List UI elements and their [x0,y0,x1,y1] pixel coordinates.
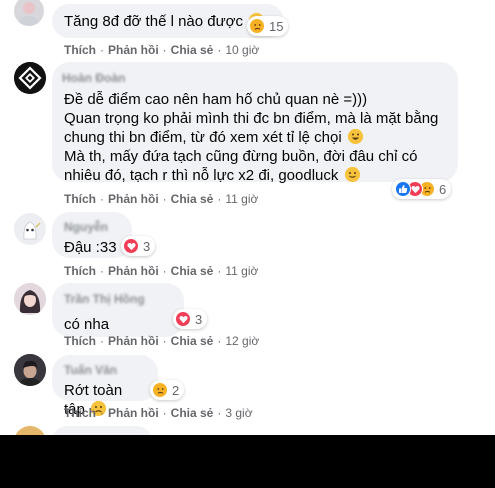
sad-icon [152,382,168,398]
sad-icon [249,18,265,34]
like-icon [395,181,411,197]
reaction-count: 3 [195,311,203,327]
comment-time[interactable]: 3 giờ [225,406,252,420]
avatar[interactable] [14,62,46,94]
comment-bubble: Hoàn Đoàn Đề dễ điểm cao nên ham hố chủ … [52,62,458,185]
reaction-count: 3 [143,238,151,254]
reaction-summary[interactable]: 15 [247,16,289,36]
love-icon [123,238,139,254]
avatar[interactable] [14,283,46,315]
comment-time[interactable]: 11 giờ [225,192,258,206]
like-link[interactable]: Thích [64,406,96,420]
reaction-count: 6 [439,181,447,197]
reply-link[interactable]: Phản hồi [108,334,159,348]
comment-text: Đậu :33 [64,239,117,256]
comment-text: Tăng 8đ đỡ thế l nào được [64,13,243,30]
comment-time[interactable]: 10 giờ [225,43,259,57]
comment-actions: Thích · Phản hồi · Chia sẻ · 11 giờ [64,192,259,206]
comment-actions: Thích · Phản hồi · Chia sẻ · 12 giờ [64,334,260,348]
comment-line: nhiêu đó, tạch r thì nỗ lực x2 đi, goodl… [64,166,446,185]
avatar[interactable] [14,0,44,26]
comment-bubble: Trần Thị Hồng có nha [52,283,184,337]
reply-link[interactable]: Phản hồi [108,192,159,206]
like-link[interactable]: Thích [64,192,96,206]
comment-author[interactable]: Hoàn Đoàn [62,72,125,84]
comment-actions: Thích · Phản hồi · Chia sẻ · 3 giờ [64,406,253,420]
smile-emoji-icon [344,167,360,182]
reaction-summary[interactable]: 3 [173,309,208,329]
like-link[interactable]: Thích [64,264,96,278]
cover-bar [0,435,495,488]
share-link[interactable]: Chia sẻ [171,264,214,278]
avatar[interactable] [14,213,46,245]
comment-time[interactable]: 11 giờ [225,264,258,278]
comment-time[interactable]: 12 giờ [225,334,259,348]
avatar[interactable] [14,354,46,386]
comment-author[interactable]: Nguyễn [64,221,108,233]
comment-line: Đề dễ điểm cao nên ham hố chủ quan nè =)… [64,91,368,108]
love-icon [175,311,191,327]
comment-text: có nha [64,316,110,333]
reaction-count: 2 [172,382,180,398]
reply-link[interactable]: Phản hồi [108,406,159,420]
grin-emoji-icon [347,129,363,144]
comment-line: chung thi bn điểm, từ đó xem xét tỉ lệ c… [64,128,446,147]
reaction-count: 15 [269,18,284,34]
reaction-summary[interactable]: 3 [121,236,156,256]
comment-line: Quan trọng ko phải mình thi đc bn điểm, … [64,110,439,127]
reaction-summary[interactable]: 2 [150,380,185,400]
comment-author[interactable]: Trần Thị Hồng [64,293,145,305]
reply-link[interactable]: Phản hồi [108,43,159,57]
share-link[interactable]: Chia sẻ [171,192,214,206]
comment-actions: Thích · Phản hồi · Chia sẻ · 10 giờ [64,43,260,57]
reaction-summary[interactable]: 6 [392,179,452,199]
reply-link[interactable]: Phản hồi [108,264,159,278]
comment-line: Mà th, mấy đứa tạch cũng đừng buồn, đời … [64,148,418,165]
comment-author[interactable]: Tuấn Văn [64,364,117,376]
comment-actions: Thích · Phản hồi · Chia sẻ · 11 giờ [64,264,259,278]
like-link[interactable]: Thích [64,334,96,348]
share-link[interactable]: Chia sẻ [171,43,214,57]
comment-bubble: Nguyễn Đậu :33 [52,212,132,258]
share-link[interactable]: Chia sẻ [171,334,214,348]
share-link[interactable]: Chia sẻ [171,406,214,420]
comment-bubble: Tuấn Văn Rớt toàn tập [52,355,158,418]
like-link[interactable]: Thích [64,43,96,57]
